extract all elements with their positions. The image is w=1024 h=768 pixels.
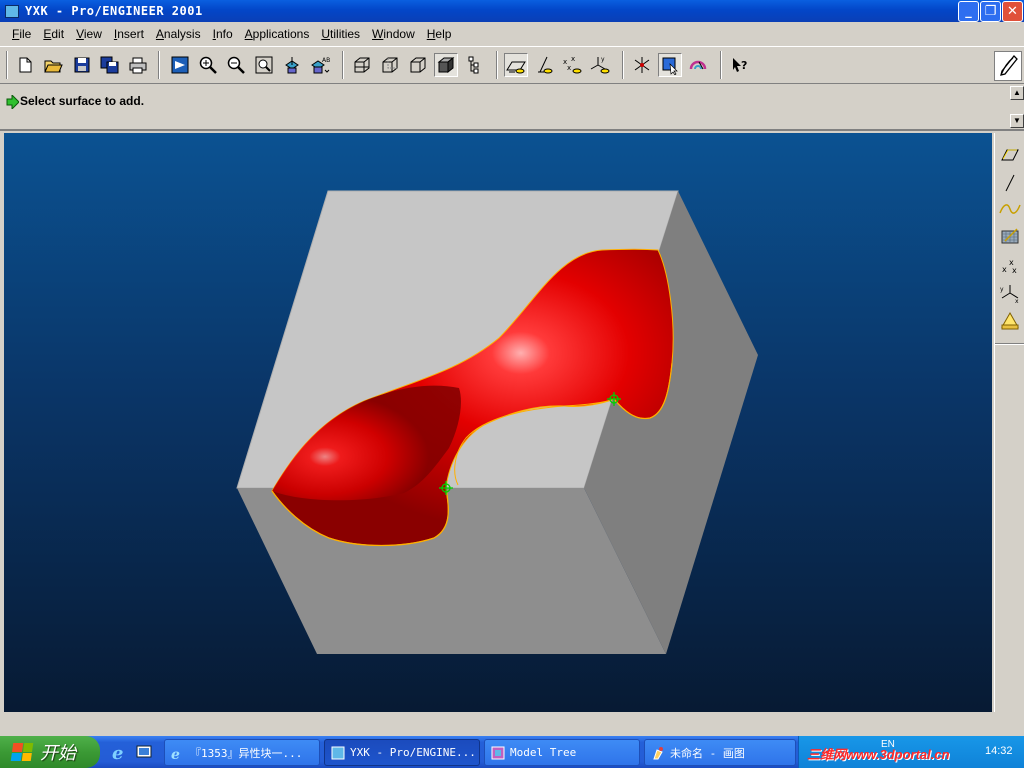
menu-bar: File Edit View Insert Analysis Info Appl… (0, 22, 1024, 46)
orient-icon[interactable] (280, 53, 304, 77)
clock[interactable]: 14:32 (985, 745, 1013, 757)
open-icon[interactable] (41, 53, 65, 77)
main-toolbar: AB xxx y ? (0, 46, 1024, 84)
proe-icon (331, 746, 345, 759)
svg-text:?: ? (741, 59, 747, 72)
ie-icon: e (171, 747, 180, 760)
svg-text:x: x (567, 64, 571, 72)
proe-application: YXK - Pro/ENGINEER 2001 _ ❐ ✕ File Edit … (0, 0, 1024, 768)
window-title: YXK - Pro/ENGINEER 2001 (25, 4, 203, 18)
model-tree-icon[interactable] (462, 53, 486, 77)
datum-axes-icon[interactable] (532, 53, 556, 77)
menu-applications[interactable]: Applications (239, 27, 316, 41)
context-help-icon[interactable]: ? (728, 53, 752, 77)
status-strip (0, 712, 1024, 736)
language-indicator[interactable]: EN (881, 739, 895, 750)
message-area: Select surface to add. ▲ ▼ (0, 85, 1024, 131)
menu-view[interactable]: View (70, 27, 108, 41)
app-icon (5, 4, 19, 18)
scroll-down-icon[interactable]: ▼ (1010, 114, 1024, 128)
datum-planes-icon[interactable] (504, 53, 528, 77)
datum-csys-tool-icon[interactable]: yx (998, 281, 1022, 305)
message-scrollbar[interactable]: ▲ ▼ (1010, 86, 1024, 128)
watermark-text: 三维网www.3dportal.cn (807, 747, 950, 762)
repaint-icon[interactable] (168, 53, 192, 77)
scroll-up-icon[interactable]: ▲ (1010, 86, 1024, 100)
svg-text:e: e (171, 747, 180, 760)
datum-plane-tool-icon[interactable] (998, 143, 1022, 167)
hidden-line-icon[interactable] (378, 53, 402, 77)
svg-text:x: x (571, 55, 575, 63)
svg-text:y: y (1000, 286, 1004, 293)
svg-text:e: e (112, 743, 123, 761)
menu-insert[interactable]: Insert (108, 27, 150, 41)
datum-points-icon[interactable]: xxx (560, 53, 584, 77)
selection-filter-icon[interactable] (658, 53, 682, 77)
start-label: 开始 (40, 743, 76, 764)
new-icon[interactable] (13, 53, 37, 77)
no-hidden-icon[interactable] (406, 53, 430, 77)
regenerate-icon[interactable] (686, 53, 710, 77)
zoom-out-icon[interactable] (224, 53, 248, 77)
toolbar-divider (995, 343, 1024, 345)
datum-point-tool-icon[interactable]: xxx (998, 253, 1022, 277)
desktop-quicklaunch-icon[interactable] (134, 742, 154, 762)
menu-analysis[interactable]: Analysis (150, 27, 207, 41)
refit-icon[interactable] (252, 53, 276, 77)
task-model-tree[interactable]: Model Tree (484, 739, 640, 766)
saved-views-icon[interactable]: AB (308, 53, 332, 77)
close-button[interactable]: ✕ (1002, 1, 1023, 22)
start-button[interactable]: 开始 (0, 736, 100, 768)
spin-center-icon[interactable] (630, 53, 654, 77)
svg-text:x: x (1012, 266, 1017, 274)
sketch-datum-icon[interactable] (998, 225, 1022, 249)
pen-help-icon[interactable] (994, 51, 1022, 81)
proe-icon (491, 746, 505, 759)
title-bar[interactable]: YXK - Pro/ENGINEER 2001 _ ❐ ✕ (0, 0, 1024, 22)
save-icon[interactable] (70, 53, 94, 77)
datum-toolbar: xxx yx (994, 133, 1024, 712)
model-view[interactable] (4, 133, 992, 712)
menu-edit[interactable]: Edit (37, 27, 70, 41)
menu-help[interactable]: Help (421, 27, 458, 41)
menu-window[interactable]: Window (366, 27, 421, 41)
windows-logo-icon (10, 743, 34, 761)
svg-text:x: x (1015, 298, 1019, 303)
message-prompt: Select surface to add. (20, 94, 145, 108)
restore-button[interactable]: ❐ (980, 1, 1001, 22)
graphics-window[interactable] (4, 133, 992, 712)
svg-text:y: y (601, 56, 605, 63)
save-copy-icon[interactable] (98, 53, 122, 77)
menu-utilities[interactable]: Utilities (315, 27, 366, 41)
task-ie-window[interactable]: e 『1353』异性块一... (164, 739, 320, 766)
coordinate-systems-icon[interactable]: y (588, 53, 612, 77)
prompt-arrow-icon (6, 95, 19, 109)
taskbar: 开始 e e 『1353』异性块一... YXK - Pro/ENGINE...… (0, 736, 1024, 768)
print-icon[interactable] (126, 53, 150, 77)
datum-axis-tool-icon[interactable] (998, 171, 1022, 195)
datum-curve-tool-icon[interactable] (998, 197, 1022, 221)
minimize-button[interactable]: _ (958, 1, 979, 22)
task-paint[interactable]: 未命名 - 画图 (644, 739, 796, 766)
svg-text:AB: AB (322, 57, 330, 64)
svg-text:x: x (1002, 265, 1007, 274)
wireframe-icon[interactable] (350, 53, 374, 77)
paint-icon (653, 746, 663, 759)
ie-quicklaunch-icon[interactable]: e (110, 742, 130, 762)
zoom-in-icon[interactable] (196, 53, 220, 77)
menu-file[interactable]: File (6, 27, 37, 41)
shading-icon[interactable] (434, 53, 458, 77)
system-tray: 三维网www.3dportal.cn EN 14:32 (798, 736, 1024, 768)
analysis-tool-icon[interactable] (998, 309, 1022, 333)
menu-info[interactable]: Info (207, 27, 239, 41)
task-proe-window[interactable]: YXK - Pro/ENGINE... (324, 739, 480, 766)
